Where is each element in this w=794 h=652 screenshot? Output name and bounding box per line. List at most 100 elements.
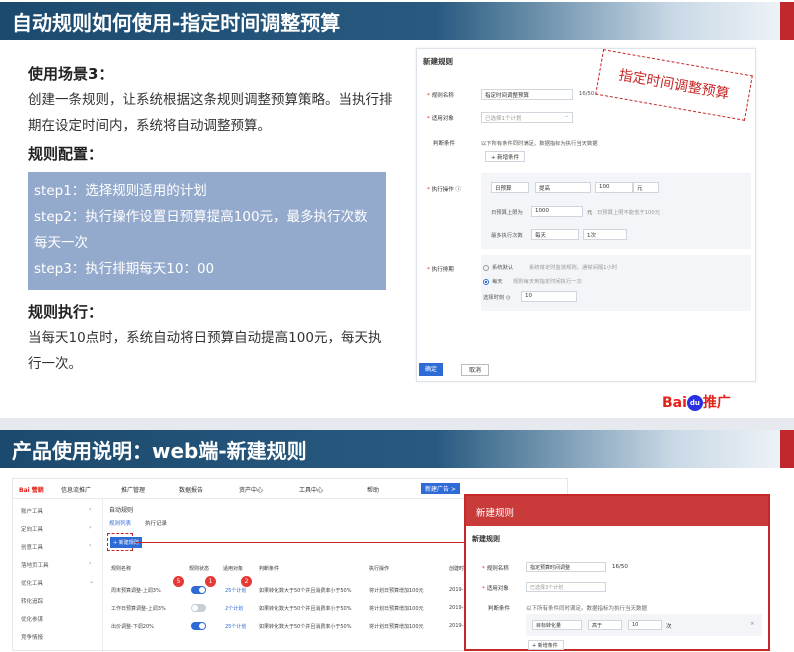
slide-1-title-bar: 自动规则如何使用-指定时间调整预算 bbox=[0, 2, 794, 40]
rule-name-count: 16/50 bbox=[579, 91, 595, 97]
dialog-target-select[interactable]: 已选择3个计划 bbox=[526, 582, 606, 592]
cond-hint: 以下所有条件同时满足。数据指标为执行当天数据 bbox=[481, 141, 598, 147]
nav-item-report[interactable]: 数据报告 bbox=[179, 485, 203, 494]
row-date: 2019- bbox=[449, 623, 464, 629]
sidebar-item-advisor[interactable]: 优化参谋 bbox=[21, 615, 43, 623]
col-action: 执行操作 bbox=[369, 566, 390, 572]
sched-daily-hint: 规则每天到指定时间执行一次 bbox=[513, 279, 582, 285]
schedule-label: * 执行排期 bbox=[427, 267, 454, 273]
rule-name-input[interactable]: 指定时间调整预算 bbox=[481, 89, 573, 100]
action-amount-input[interactable]: 100 bbox=[595, 182, 633, 193]
config-heading: 规则配置： bbox=[28, 145, 104, 163]
nav-item-tools[interactable]: 工具中心 bbox=[299, 485, 323, 494]
title-accent bbox=[780, 2, 794, 40]
slide-1: 自动规则如何使用-指定时间调整预算 使用场景3： 创建一条规则，让系统根据这条规… bbox=[0, 0, 794, 425]
choose-time-select[interactable]: 10 bbox=[521, 291, 577, 302]
sched-default-radio[interactable]: 系统默认 bbox=[483, 263, 513, 271]
target-select[interactable]: 已选择1个计划 ⌄ bbox=[481, 112, 573, 123]
row-action: 将计划日预算增加100元 bbox=[369, 588, 424, 594]
chevron-down-icon: ⌄ bbox=[89, 578, 95, 585]
app-sidebar: 账户工具 › 定向工具 › 创意工具 › 落地页工具 › 优化工具 ⌄ 转化追踪 优化参谋… bbox=[13, 499, 103, 652]
nav-item-assets[interactable]: 资产中心 bbox=[239, 485, 263, 494]
chevron-down-icon: ⌄ bbox=[564, 113, 569, 119]
row-cond: 如果转化数大于50个并且消费率小于50% bbox=[259, 624, 352, 630]
sidebar-item-competition[interactable]: 竞争情报 bbox=[21, 633, 43, 641]
row-target-link[interactable]: 25个计划 bbox=[225, 623, 246, 630]
row-name: 工作日预算调整-上调3% bbox=[111, 606, 166, 612]
sidebar-item-targeting-tools[interactable]: 定向工具 bbox=[21, 525, 43, 533]
action-field-select[interactable]: 日预算 bbox=[491, 182, 529, 193]
sidebar-item-creative-tools[interactable]: 创意工具 bbox=[21, 543, 43, 551]
max-times-value-select[interactable]: 1次 bbox=[583, 229, 627, 240]
sidebar-item-conversion[interactable]: 转化追踪 bbox=[21, 597, 43, 605]
app-logo: Bai 營銷 bbox=[19, 487, 44, 494]
row-target-link[interactable]: 2个计划 bbox=[225, 605, 243, 612]
dialog-rule-name-input[interactable]: 指定预算时间调整 bbox=[526, 562, 606, 572]
budget-cap-label: 日预算上限为 bbox=[491, 210, 523, 216]
clock-icon: ◷ bbox=[505, 295, 511, 301]
status-toggle[interactable] bbox=[191, 604, 206, 612]
page-title: 自动规则 bbox=[109, 507, 134, 514]
exec-text: 当每天10点时，系统自动将日预算自动提高100元，每天执行一次。 bbox=[28, 330, 382, 372]
target-label: * 适用对象 bbox=[427, 116, 454, 122]
sidebar-item-optimize-tools[interactable]: 优化工具 bbox=[21, 579, 43, 587]
step-badge-1: 1 bbox=[205, 576, 216, 587]
dialog-rule-name-label: * 规则名称 bbox=[482, 566, 509, 572]
dialog-cond-field-select[interactable]: 目标转化量 bbox=[532, 620, 582, 630]
max-times-period-select[interactable]: 每天 bbox=[531, 229, 579, 240]
slide-2-title: 产品使用说明：web端-新建规则 bbox=[12, 439, 307, 463]
confirm-button[interactable]: 确定 bbox=[419, 363, 443, 376]
baidu-logo: Bai du 推广 bbox=[662, 395, 731, 411]
step-badge-2: 2 bbox=[241, 576, 252, 587]
rule-name-label: * 规则名称 bbox=[427, 93, 454, 99]
sched-daily-radio[interactable]: 每天 bbox=[483, 277, 503, 285]
status-toggle[interactable] bbox=[191, 622, 206, 630]
row-name: 周末预算调整-上调3% bbox=[111, 588, 161, 594]
chevron-right-icon: › bbox=[89, 542, 92, 549]
row-target-link[interactable]: 25个计划 bbox=[225, 587, 246, 594]
status-toggle[interactable] bbox=[191, 586, 206, 594]
dialog-rule-name-count: 16/50 bbox=[612, 564, 628, 570]
new-ad-button[interactable]: 新建广告 > bbox=[421, 483, 460, 494]
row-cond: 如果转化数大于50个并且消费率小于50% bbox=[259, 606, 352, 612]
tab-exec-records[interactable]: 执行记录 bbox=[145, 519, 167, 527]
row-cond: 如果转化数大于50个并且消费率小于50% bbox=[259, 588, 352, 594]
sidebar-item-landing-tools[interactable]: 落地页工具 bbox=[21, 561, 49, 569]
dialog-cond-op-select[interactable]: 高于 bbox=[588, 620, 622, 630]
radio-selected-icon bbox=[483, 278, 489, 285]
row-action: 将计划日预算增加100元 bbox=[369, 606, 424, 612]
dialog-cond-value-input[interactable]: 10 bbox=[628, 620, 662, 630]
sidebar-item-account-tools[interactable]: 账户工具 bbox=[21, 507, 43, 515]
col-rule-status: 规则状态 bbox=[189, 566, 210, 572]
panel-title: 新建规则 bbox=[423, 57, 453, 66]
step-badge-5: 5 bbox=[173, 576, 184, 587]
paw-icon: du bbox=[686, 395, 703, 411]
app-product: 信息流推广 bbox=[61, 487, 92, 494]
add-cond-button[interactable]: + 新增条件 bbox=[485, 151, 525, 162]
action-op-select[interactable]: 提高 bbox=[535, 182, 591, 193]
help-icon: ⓘ bbox=[455, 187, 462, 193]
chevron-right-icon: › bbox=[89, 506, 92, 513]
close-icon[interactable]: × bbox=[750, 621, 755, 627]
dialog-header: 新建规则 bbox=[466, 496, 768, 526]
slide-divider bbox=[0, 418, 794, 430]
nav-item-promo[interactable]: 推广管理 bbox=[121, 485, 145, 494]
dialog-add-cond-button[interactable]: + 新增条件 bbox=[528, 640, 564, 650]
tab-rule-list[interactable]: 规则列表 bbox=[109, 519, 131, 527]
cancel-button[interactable]: 取消 bbox=[461, 364, 489, 376]
nav-item-help[interactable]: 帮助 bbox=[367, 485, 379, 494]
row-date: 2019- bbox=[449, 587, 464, 593]
budget-cap-input[interactable]: 1000 bbox=[531, 206, 583, 217]
action-unit-select[interactable]: 元 bbox=[633, 182, 659, 193]
steps-box: step1：选择规则适用的计划 step2：执行操作设置日预算提高100元，最多… bbox=[28, 172, 386, 290]
new-rule-dialog: 新建规则 新建规则 * 规则名称 指定预算时间调整 16/50 * 适用对象 已选择… bbox=[464, 494, 770, 651]
row-name: 出价调整-下调20% bbox=[111, 624, 154, 630]
budget-cap-hint: 日预算上限不能低于100元 bbox=[597, 210, 661, 216]
sched-default-hint: 系统将定时监测规则，通常间隔1小时 bbox=[529, 265, 618, 271]
dialog-cond-unit: 次 bbox=[666, 624, 672, 630]
dialog-cond-label: 判断条件 bbox=[488, 606, 511, 612]
title-accent bbox=[780, 430, 794, 468]
radio-icon bbox=[483, 264, 489, 271]
step-2: step2：执行操作设置日预算提高100元，最多执行次数每天一次 bbox=[34, 209, 368, 251]
scene-text: 创建一条规则，让系统根据这条规则调整预算策略。当执行排期在设定时间内，系统将自动… bbox=[28, 92, 393, 134]
